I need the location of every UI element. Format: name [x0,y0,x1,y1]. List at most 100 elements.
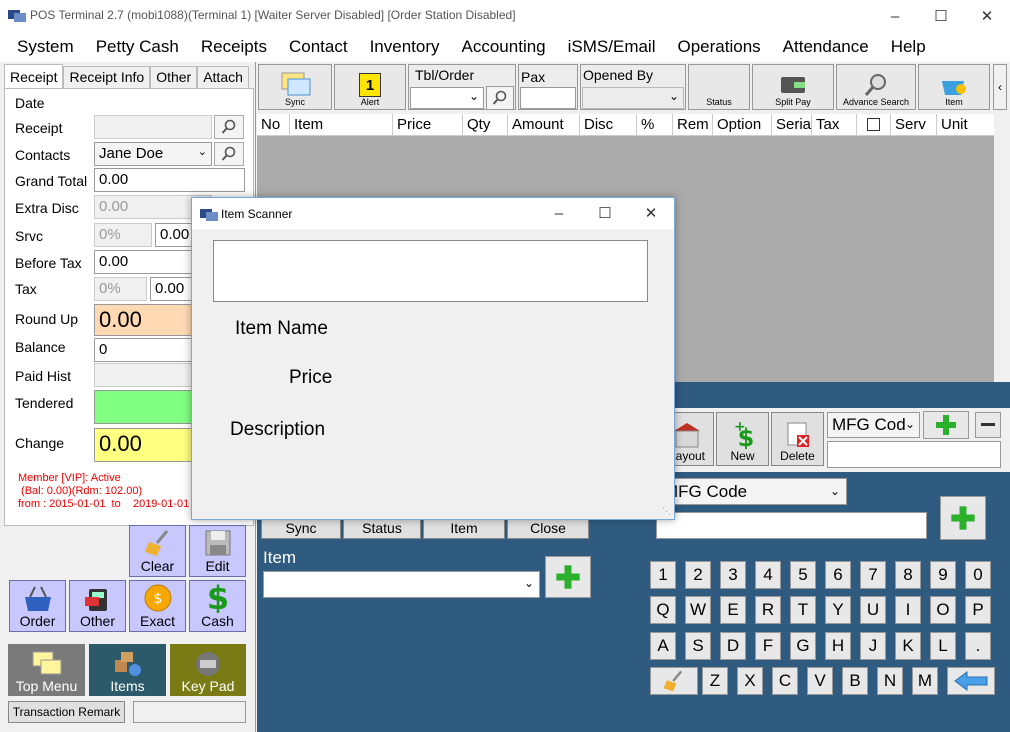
key-0[interactable]: 0 [965,561,991,589]
key-t[interactable]: T [790,596,816,624]
key-5[interactable]: 5 [790,561,816,589]
col-serial[interactable]: Serial [772,114,812,135]
tab-receipt[interactable]: Receipt [4,64,64,88]
menu-operations[interactable]: Operations [678,37,761,57]
order-button[interactable]: Order [9,580,66,632]
item-lower-button[interactable]: Item [423,517,505,539]
tbl-order-search-button[interactable] [486,86,514,110]
dialog-close-icon[interactable]: ✕ [628,198,674,228]
receipt-search-button[interactable] [214,115,244,139]
menu-accounting[interactable]: Accounting [462,37,546,57]
col-tax[interactable]: Tax [812,114,857,135]
contacts-search-button[interactable] [214,142,244,166]
tab-attach[interactable]: Attach [197,66,249,88]
menu-attendance[interactable]: Attendance [783,37,869,57]
menu-petty-cash[interactable]: Petty Cash [96,37,179,57]
dialog-minimize-icon[interactable]: – [536,198,582,228]
transaction-remark-button[interactable]: Transaction Remark [8,701,125,723]
col-amount[interactable]: Amount [508,114,580,135]
items-button[interactable]: Items [89,644,166,696]
key-n[interactable]: N [877,667,903,695]
key-d[interactable]: D [720,632,746,660]
tax-percent-field[interactable]: 0% [94,277,147,301]
menu-help[interactable]: Help [891,37,926,57]
tendered-field[interactable] [94,390,194,424]
paid-hist-field[interactable] [94,363,194,387]
col-item[interactable]: Item [290,114,393,135]
item-toolbar-button[interactable]: Item [918,64,990,110]
key-s[interactable]: S [685,632,711,660]
menu-isms-email[interactable]: iSMS/Email [568,37,656,57]
minus-button[interactable] [975,412,1001,438]
resize-grip-icon[interactable]: ⋱ [662,506,671,517]
key-backspace[interactable] [947,667,995,695]
key-pad-button[interactable]: Key Pad [170,644,246,696]
menu-receipts[interactable]: Receipts [201,37,267,57]
key-x[interactable]: X [737,667,763,695]
tab-other[interactable]: Other [150,66,198,88]
key-clear[interactable] [650,667,698,695]
col-disc[interactable]: Disc [580,114,637,135]
pax-input[interactable] [520,87,576,109]
key-q[interactable]: Q [650,596,676,624]
tbl-order-select[interactable]: ⌄ [410,87,484,109]
advance-search-button[interactable]: Advance Search [836,64,916,110]
col-price[interactable]: Price [393,114,463,135]
key-e[interactable]: E [720,596,746,624]
col-serv[interactable]: Serv [891,114,937,135]
menu-system[interactable]: System [17,37,74,57]
sync-lower-button[interactable]: Sync [261,517,341,539]
key-a[interactable]: A [650,632,676,660]
key-h[interactable]: H [825,632,851,660]
key-o[interactable]: O [930,596,956,624]
col-unit[interactable]: Unit [937,114,977,135]
transaction-remark-field[interactable] [133,701,246,723]
opened-by-select[interactable]: ⌄ [582,87,684,109]
key-4[interactable]: 4 [755,561,781,589]
key-1[interactable]: 1 [650,561,676,589]
mfg-code-select-top[interactable]: MFG Cod ⌄ [827,412,920,438]
col-rem[interactable]: Rem [673,114,713,135]
key-3[interactable]: 3 [720,561,746,589]
exact-button[interactable]: $ Exact [129,580,186,632]
key-2[interactable]: 2 [685,561,711,589]
key-7[interactable]: 7 [860,561,886,589]
top-menu-button[interactable]: Top Menu [8,644,85,696]
col-option[interactable]: Option [713,114,772,135]
receipt-field[interactable] [94,115,212,139]
menu-contact[interactable]: Contact [289,37,348,57]
split-pay-button[interactable]: Split Pay [752,64,834,110]
key-f[interactable]: F [755,632,781,660]
delete-button[interactable]: Delete [771,412,824,466]
add-item-button[interactable] [545,556,591,598]
contacts-select[interactable]: Jane Doe ⌄ [94,142,212,166]
clear-button[interactable]: Clear [129,525,186,577]
key-p[interactable]: P [965,596,991,624]
edit-button[interactable]: Edit [189,525,246,577]
sync-button[interactable]: Sync [258,64,332,110]
key-r[interactable]: R [755,596,781,624]
col-qty[interactable]: Qty [463,114,508,135]
mfg-code-input[interactable] [656,512,927,539]
tab-receipt-info[interactable]: Receipt Info [63,66,151,88]
key-g[interactable]: G [790,632,816,660]
key-b[interactable]: B [842,667,868,695]
dialog-maximize-icon[interactable]: ☐ [582,198,628,228]
key-z[interactable]: Z [702,667,728,695]
key-v[interactable]: V [807,667,833,695]
key-k[interactable]: K [895,632,921,660]
chevron-left-icon[interactable]: ‹ [993,64,1007,110]
col-check[interactable] [857,114,891,135]
key-j[interactable]: J [860,632,886,660]
add-mfg-top-button[interactable] [923,411,969,439]
scan-input[interactable] [213,240,648,302]
key-i[interactable]: I [895,596,921,624]
key-w[interactable]: W [685,596,711,624]
add-mfg-button[interactable] [940,496,986,540]
new-button[interactable]: $ + New [716,412,769,466]
key-6[interactable]: 6 [825,561,851,589]
srvc-percent-field[interactable]: 0% [94,223,152,247]
close-icon[interactable]: ✕ [964,0,1010,32]
mfg-code-select[interactable]: MFG Code ⌄ [657,478,847,505]
key-c[interactable]: C [772,667,798,695]
